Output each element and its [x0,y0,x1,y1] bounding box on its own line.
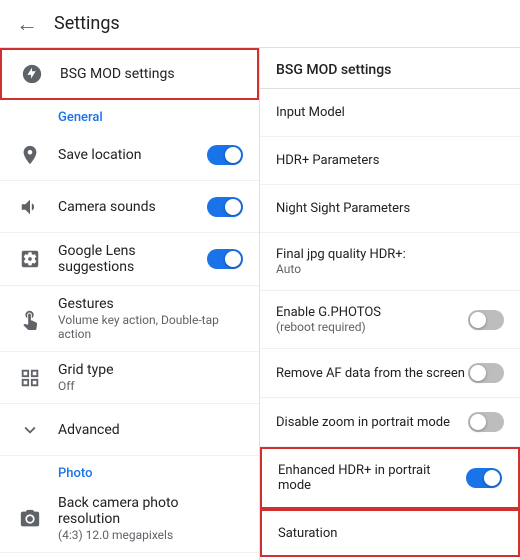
right-item-night-sight[interactable]: Night Sight Parameters [260,185,520,233]
google-lens-toggle[interactable] [207,249,243,269]
right-panel-title: BSG MOD settings [260,48,520,89]
gesture-icon [16,305,44,333]
bsg-label: BSG MOD settings [60,66,241,82]
saturation-label: Saturation [278,526,502,541]
save-location-content: Save location [58,147,207,163]
disable-zoom-toggle[interactable] [468,412,504,432]
camera-sounds-content: Camera sounds [58,199,207,215]
gphotos-toggle[interactable] [468,310,504,330]
remove-af-toggle[interactable] [468,363,504,383]
google-lens-content: Google Lens suggestions [58,243,207,275]
sound-icon [16,193,44,221]
sidebar-item-bsg-mod[interactable]: BSG MOD settings [0,48,259,100]
right-panel: BSG MOD settings Input Model HDR+ Parame… [260,48,520,560]
right-item-final-jpg[interactable]: Final jpg quality HDR+: Auto [260,233,520,291]
camera-sounds-toggle[interactable] [207,197,243,217]
final-jpg-label: Final jpg quality HDR+: [276,247,504,262]
sidebar-item-front-camera[interactable]: Front camera photo resolution (4:3) 4.0 … [0,553,259,560]
right-item-enhanced-hdr[interactable]: Enhanced HDR+ in portrait mode [260,447,520,509]
sidebar-item-camera-sounds[interactable]: Camera sounds [0,181,259,233]
sidebar-item-grid-type[interactable]: Grid type Off [0,352,259,404]
save-location-toggle[interactable] [207,145,243,165]
right-item-remove-af[interactable]: Remove AF data from the screen [260,349,520,398]
sidebar-item-gestures[interactable]: Gestures Volume key action, Double-tap a… [0,286,259,352]
input-model-label: Input Model [276,105,504,120]
grid-type-sublabel: Off [58,379,243,393]
sidebar-item-advanced[interactable]: Advanced [0,404,259,456]
back-button[interactable]: ← [16,11,38,37]
right-item-input-model[interactable]: Input Model [260,89,520,137]
gphotos-sublabel: (reboot required) [276,320,468,334]
grid-type-label: Grid type [58,362,243,378]
right-item-disable-zoom[interactable]: Disable zoom in portrait mode [260,398,520,447]
bsg-content: BSG MOD settings [60,66,241,82]
page-title: Settings [54,13,120,34]
back-camera-content: Back camera photo resolution (4:3) 12.0 … [58,495,243,542]
final-jpg-sublabel: Auto [276,262,504,276]
back-camera-sublabel: (4:3) 12.0 megapixels [58,528,243,542]
grid-type-content: Grid type Off [58,362,243,393]
location-icon [16,141,44,169]
grid-icon [16,364,44,392]
gestures-sublabel: Volume key action, Double-tap action [58,313,243,341]
main-layout: BSG MOD settings General Save location C… [0,48,520,560]
right-item-gphotos[interactable]: Enable G.PHOTOS (reboot required) [260,291,520,349]
header: ← Settings [0,0,520,48]
save-location-label: Save location [58,147,207,163]
gestures-label: Gestures [58,296,243,312]
hdr-label: HDR+ Parameters [276,153,504,168]
enhanced-hdr-toggle[interactable] [466,468,502,488]
disable-zoom-label: Disable zoom in portrait mode [276,415,468,430]
camera-sounds-label: Camera sounds [58,199,207,215]
back-camera-label: Back camera photo resolution [58,495,243,527]
right-item-saturation[interactable]: Saturation [260,509,520,557]
night-sight-label: Night Sight Parameters [276,201,504,216]
gphotos-label: Enable G.PHOTOS [276,305,468,320]
bsg-icon [18,60,46,88]
right-item-hdr[interactable]: HDR+ Parameters [260,137,520,185]
google-lens-label: Google Lens suggestions [58,243,207,275]
advanced-content: Advanced [58,422,243,438]
left-panel: BSG MOD settings General Save location C… [0,48,260,560]
section-general: General [0,100,259,129]
back-camera-icon [16,505,44,533]
enhanced-hdr-label: Enhanced HDR+ in portrait mode [278,463,466,493]
remove-af-label: Remove AF data from the screen [276,366,468,381]
sidebar-item-google-lens[interactable]: Google Lens suggestions [0,233,259,286]
sidebar-item-save-location[interactable]: Save location [0,129,259,181]
advanced-icon [16,416,44,444]
section-photo: Photo [0,456,259,485]
gestures-content: Gestures Volume key action, Double-tap a… [58,296,243,341]
sidebar-item-back-camera[interactable]: Back camera photo resolution (4:3) 12.0 … [0,485,259,553]
lens-icon [16,245,44,273]
advanced-label: Advanced [58,422,243,438]
